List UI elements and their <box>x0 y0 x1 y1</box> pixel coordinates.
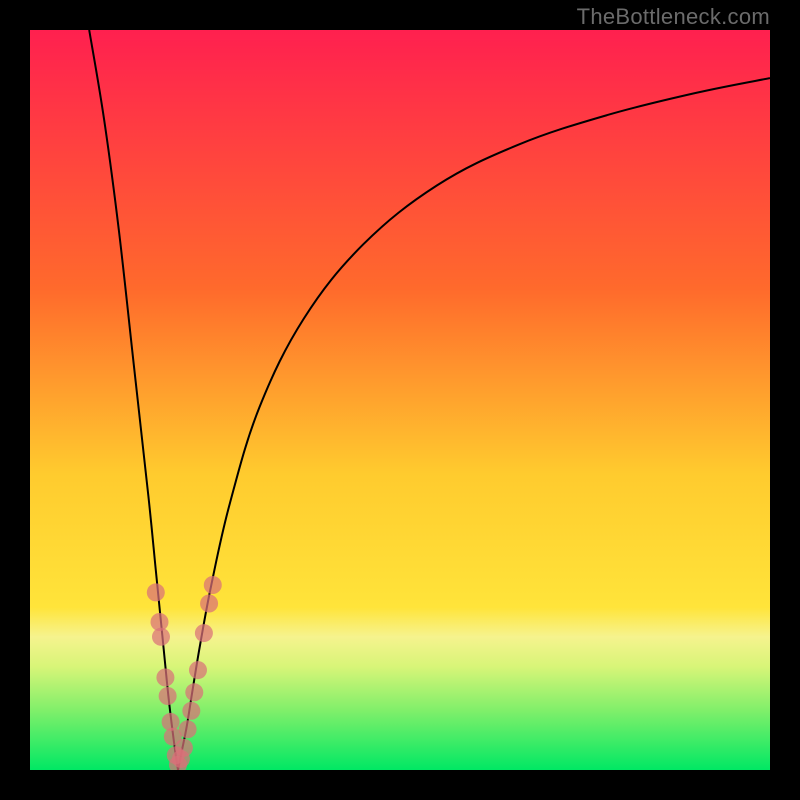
right-branch <box>178 78 770 770</box>
watermark-text: TheBottleneck.com <box>577 4 770 30</box>
highlight-marker <box>179 720 197 738</box>
plot-frame <box>30 30 770 770</box>
highlight-marker <box>156 669 174 687</box>
highlight-marker <box>189 661 207 679</box>
curve-layer <box>30 30 770 770</box>
highlight-marker <box>175 739 193 757</box>
highlight-markers <box>147 576 222 770</box>
highlight-marker <box>204 576 222 594</box>
left-branch <box>89 30 178 770</box>
highlight-marker <box>147 583 165 601</box>
highlight-marker <box>185 683 203 701</box>
highlight-marker <box>195 624 213 642</box>
highlight-marker <box>200 595 218 613</box>
highlight-marker <box>182 702 200 720</box>
highlight-marker <box>159 687 177 705</box>
highlight-marker <box>152 628 170 646</box>
